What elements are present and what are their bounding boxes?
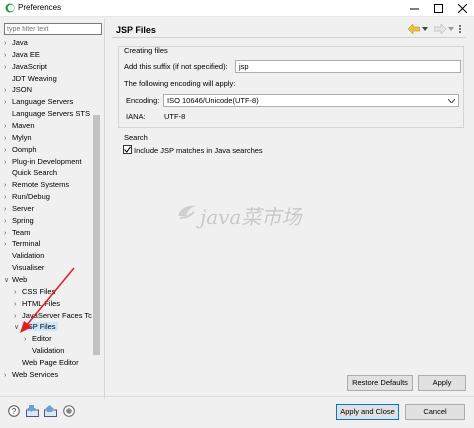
tree-item[interactable]: › JavaScript <box>4 61 47 73</box>
encoding-note: The following encoding will apply: <box>124 79 236 88</box>
tree-item-label: Oomph <box>12 144 37 154</box>
tree-item-label: Quick Search <box>12 168 58 178</box>
tree-item-label: Web Services <box>12 369 59 379</box>
maximize-icon <box>433 4 443 13</box>
close-window-button[interactable] <box>450 0 474 17</box>
restore-defaults-button[interactable]: Restore Defaults <box>347 375 413 391</box>
tree-item-label: Validation <box>12 251 45 261</box>
tree-item-label: Mylyn <box>12 132 32 142</box>
tree-item-label: Terminal <box>12 239 41 249</box>
tree-item[interactable]: › Team <box>4 227 30 239</box>
title-bar: Preferences <box>0 0 474 17</box>
tree-item[interactable]: › Language Servers <box>4 96 73 108</box>
tree-item[interactable]: › Java <box>4 37 28 49</box>
tree-item-label: Remote Systems <box>12 180 70 190</box>
page-title: JSP Files <box>116 25 156 35</box>
tree-item[interactable]: › Java EE <box>4 49 40 61</box>
cancel-button[interactable]: Cancel <box>405 404 465 420</box>
minimize-icon <box>409 8 419 10</box>
tree-item-label: Validation <box>32 346 65 356</box>
tree-item-label: JDT Weaving <box>12 73 57 83</box>
tree-item[interactable]: Quick Search <box>4 167 57 179</box>
include-jsp-label: Include JSP matches in Java searches <box>134 146 263 155</box>
checkmark-icon <box>124 146 131 153</box>
encoding-select[interactable]: ISO 10646/Unicode(UTF-8) <box>163 94 459 107</box>
eclipse-logo-icon <box>5 3 15 13</box>
iana-value: UTF-8 <box>164 112 186 121</box>
tree-item[interactable]: JDT Weaving <box>4 73 57 85</box>
tree-item-label: Language Servers <box>12 97 74 107</box>
apply-button[interactable]: Apply <box>418 375 466 391</box>
tree-item[interactable]: › Plug-in Development <box>4 156 82 168</box>
tree-item[interactable]: › JSON <box>4 84 32 96</box>
record-icon[interactable] <box>63 405 75 417</box>
chevron-down-icon <box>448 99 455 103</box>
tree-item-label: Maven <box>12 120 35 130</box>
tree-item[interactable]: › Terminal <box>4 238 40 250</box>
forward-dropdown-icon[interactable] <box>448 27 454 31</box>
view-menu-icon[interactable] <box>458 24 462 34</box>
tree-item-label: Plug-in Development <box>12 156 82 166</box>
tree-item[interactable]: Validation <box>4 250 44 262</box>
import-icon[interactable] <box>26 405 39 417</box>
tree-item[interactable]: › Maven <box>4 120 35 132</box>
encoding-label: Encoding: <box>126 96 160 105</box>
close-icon <box>457 4 467 13</box>
watermark-logo-icon <box>178 205 196 219</box>
tree-item[interactable]: Language Servers STS <box>4 108 90 120</box>
tree-item[interactable]: Validation <box>24 345 64 357</box>
sash[interactable] <box>104 19 105 399</box>
creating-files-group-label: Creating files <box>124 46 168 55</box>
tree-item[interactable]: › Oomph <box>4 144 37 156</box>
back-dropdown-icon[interactable] <box>422 27 428 31</box>
back-arrow-icon[interactable] <box>408 24 420 34</box>
window-title: Preferences <box>18 3 62 12</box>
page-navigation <box>406 22 466 36</box>
minimize-button[interactable] <box>402 0 426 17</box>
tree-item-label: Run/Debug <box>12 192 50 202</box>
tree-item[interactable]: › Spring <box>4 215 34 227</box>
apply-and-close-button[interactable]: Apply and Close <box>336 404 399 420</box>
watermark-text: java菜市场 <box>200 205 302 229</box>
tree-item-label: XML <box>12 382 27 383</box>
tree-item-label: JSON <box>12 85 33 95</box>
tree-item-label: Team <box>12 227 31 237</box>
filter-input[interactable] <box>4 23 102 35</box>
tree-item[interactable]: › Remote Systems <box>4 179 69 191</box>
tree-scrollbar-thumb[interactable] <box>93 115 100 355</box>
suffix-input[interactable]: jsp <box>235 60 461 73</box>
tree-item[interactable]: Web Page Editor <box>14 357 79 369</box>
chevron-right-icon[interactable]: › <box>4 382 12 383</box>
footer-divider <box>0 396 474 397</box>
forward-arrow-icon[interactable] <box>434 24 446 34</box>
tree-item[interactable]: ›XML <box>4 381 27 383</box>
header-divider <box>112 37 466 38</box>
tree-item-label: Server <box>12 203 35 213</box>
tree-item[interactable]: › Web Services <box>4 369 58 381</box>
include-jsp-checkbox[interactable] <box>123 145 132 154</box>
tree-item-label: JavaScript <box>12 61 48 71</box>
annotation-arrow-icon <box>20 267 75 333</box>
tree-item-label: Language Servers STS <box>12 109 90 119</box>
tree-item[interactable]: › Mylyn <box>4 132 32 144</box>
chevron-down-icon[interactable]: ∨ <box>4 275 12 287</box>
tree-item[interactable]: › Run/Debug <box>4 191 50 203</box>
tree-item-label: Java EE <box>12 49 40 59</box>
maximize-button[interactable] <box>426 0 450 17</box>
export-icon[interactable] <box>44 405 57 417</box>
suffix-label: Add this suffix (if not specified): <box>124 62 228 71</box>
search-group-label: Search <box>124 133 148 142</box>
help-icon[interactable]: ? <box>8 405 20 417</box>
svg-text:?: ? <box>12 407 17 416</box>
tree-item-label: Web Page Editor <box>22 357 79 367</box>
tree-item[interactable]: › Server <box>4 203 34 215</box>
tree-item-label: Java <box>12 38 28 47</box>
tree-item-label: Spring <box>12 215 34 225</box>
encoding-select-value: ISO 10646/Unicode(UTF-8) <box>167 96 259 105</box>
iana-label: IANA: <box>126 112 146 121</box>
